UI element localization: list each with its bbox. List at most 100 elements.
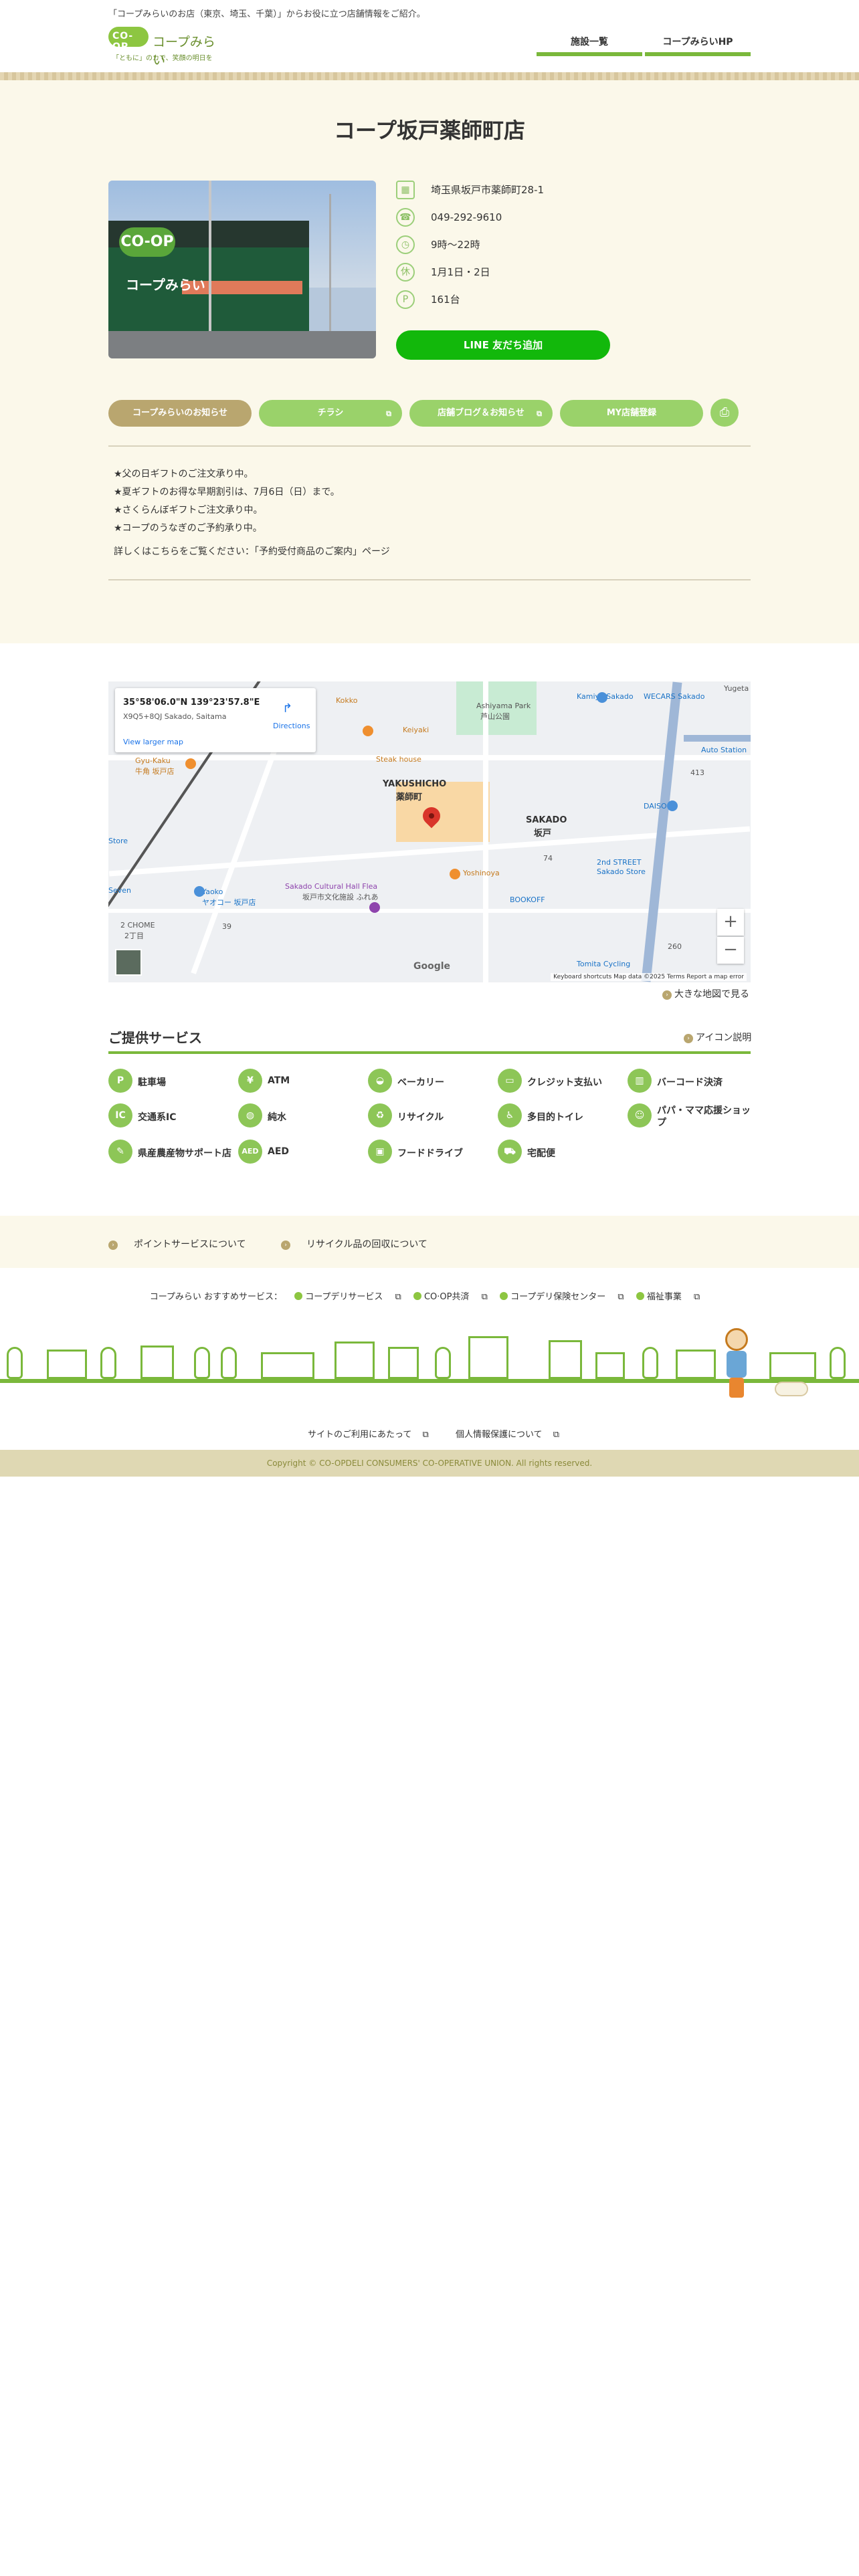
store-holidays-text: 1月1日・2日 [431,266,490,278]
big-map-link[interactable]: › 大きな地図で見る [662,987,749,1000]
parking-icon: P [108,1069,132,1093]
view-larger-map-link[interactable]: View larger map [123,738,183,746]
map-label: 2 CHOME [120,921,155,930]
directions-icon[interactable]: ↱ [282,702,292,716]
tab-my-store-label: MY店舗登録 [606,408,657,418]
service-label: AED [268,1146,290,1157]
service-label: 宅配便 [527,1148,555,1159]
terms-link[interactable]: サイトのご利用にあたって ⧉ [300,1430,429,1440]
holiday-icon: 休 [396,263,415,282]
barcode-icon: ▥ [628,1069,652,1093]
service-label: ベーカリー [397,1077,444,1088]
service-label: 交通系IC [138,1112,177,1123]
news-line: ★夏ギフトのお得な早期割引は、7月6日（日）まで。 [114,487,340,498]
map-label: 413 [690,768,704,777]
recommend-label: コープみらい おすすめサービス： [149,1292,283,1302]
external-link-icon: ⧉ [386,409,391,418]
poi-culture-icon[interactable] [369,902,380,913]
map-info-card: 35°58'06.0"N 139°23'57.8"E X9Q5+8QJ Saka… [115,688,316,752]
map-footer-links[interactable]: Keyboard shortcuts Map data ©2025 Terms … [551,973,747,981]
phone-icon: ☎ [396,208,415,227]
parents-icon: ☺ [628,1103,652,1128]
map-coordinates: 35°58'06.0"N 139°23'57.8"E [123,697,260,708]
point-service-link[interactable]: › ポイントサービスについて [108,1239,262,1250]
map-label: 74 [543,854,553,863]
arrow-icon [294,1292,303,1300]
arrow-icon: › [108,1241,118,1250]
nav-facility-list[interactable]: 施設一覧 [537,33,642,56]
recommend-link-label: コープデリサービス [305,1292,383,1302]
recommend-link-label: CO·OP共済 [423,1292,470,1302]
line-add-friend-button[interactable]: LINE 友だち追加 [396,330,610,360]
nav-coop-mirai-hp[interactable]: コープみらいHP [645,33,751,56]
map-label: DAISO [644,802,667,811]
recommend-link[interactable]: 福祉事業 ⧉ [636,1292,700,1302]
poi-shop-icon[interactable] [667,800,678,811]
privacy-link[interactable]: 個人情報保護について ⧉ [448,1430,559,1440]
recycle-collection-link[interactable]: › リサイクル品の回収について [281,1239,444,1250]
recycle-icon: ♻ [368,1103,392,1128]
store-address: ▦ 埼玉県坂戸市薬師町28-1 [396,181,650,208]
poi-restaurant-icon[interactable] [450,869,460,879]
logo-name: コープみらい [153,35,215,68]
google-map[interactable]: Kokko Ashiyama Park 芦山公園 Kamiya Sakado W… [108,681,751,982]
poi-shop-icon[interactable] [194,886,205,897]
recommend-link[interactable]: CO·OP共済 ⧉ [413,1292,488,1302]
tab-store-blog[interactable]: 店舗ブログ＆お知らせ ⧉ [409,400,553,427]
recommend-link[interactable]: コープデリ保険センター ⧉ [500,1292,624,1302]
poi-restaurant-icon[interactable] [363,726,373,736]
poi-restaurant-icon[interactable] [185,758,196,769]
tab-my-store[interactable]: MY店舗登録 [560,400,703,427]
building-icon: ▦ [396,181,415,199]
footer-links: › ポイントサービスについて › リサイクル品の回収について [108,1237,460,1251]
map-label: Auto Station [701,746,747,754]
service-label: 純水 [268,1112,286,1123]
news-line: ★コープのうなぎのご予約承り中。 [114,523,262,534]
arrow-icon: › [281,1241,291,1250]
map-label: Sakado Store [597,867,646,876]
service-label: 県産農産物サポート店 [138,1148,231,1159]
tab-flyer[interactable]: チラシ ⧉ [259,400,402,427]
service-label: 駐車場 [138,1077,166,1088]
store-phone-text[interactable]: 049-292-9610 [431,208,502,227]
service-label: フードドライブ [397,1148,463,1159]
directions-link[interactable]: Directions [273,722,310,730]
service-label: 多目的トイレ [527,1112,583,1123]
map-layer-toggle[interactable] [115,949,142,976]
recommend-link[interactable]: コープデリサービス ⧉ [294,1292,401,1302]
tab-coop-news[interactable]: コープみらいのお知らせ [108,400,252,427]
point-service-label: ポイントサービスについて [134,1239,246,1250]
map-label: Yoshinoya [463,869,500,877]
recycle-collection-label: リサイクル品の回収について [306,1239,427,1250]
map-label: 39 [222,922,231,931]
mascot-dog [775,1382,808,1396]
privacy-link-label: 個人情報保護について [455,1430,543,1440]
map-label: Keiyaki [403,726,430,734]
coop-mirai-logo[interactable]: CO-OP コープみらい 「ともに」のカで、笑顔の明日を [108,25,222,68]
tab-coop-news-label: コープみらいのお知らせ [132,408,227,418]
store-hours: ◷ 9時〜22時 [396,235,650,263]
service-label: クレジット支払い [527,1077,602,1088]
icon-legend-link[interactable]: › アイコン説明 [684,1031,751,1044]
map-label: 260 [668,942,682,951]
map-label: Ashiyama Park [476,702,531,710]
poi-shop-icon[interactable] [597,692,607,703]
recommend-link-label: コープデリ保険センター [510,1292,606,1302]
logo-slogan: 「ともに」のカで、笑顔の明日を [112,55,213,62]
service-label: ATM [268,1075,290,1086]
map-label: Seven [108,886,131,895]
town-illustration [0,1324,859,1398]
recommend-link-label: 福祉事業 [646,1292,682,1302]
divider [108,579,751,580]
mascot-character [719,1328,752,1402]
store-phone[interactable]: ☎ 049-292-9610 [396,208,650,235]
arrow-icon [636,1292,644,1300]
aed-icon: AED [238,1140,262,1164]
zoom-out-button[interactable]: − [717,937,744,964]
map-label: Store [108,837,128,845]
news-more-link[interactable]: 詳しくはこちらをご覧ください：「予約受付商品のご案内」ページ [114,543,390,561]
arrow-icon: › [684,1034,693,1043]
print-icon[interactable]: ⎙ [710,399,739,427]
arrow-icon [413,1292,421,1300]
zoom-in-button[interactable]: + [717,909,744,936]
